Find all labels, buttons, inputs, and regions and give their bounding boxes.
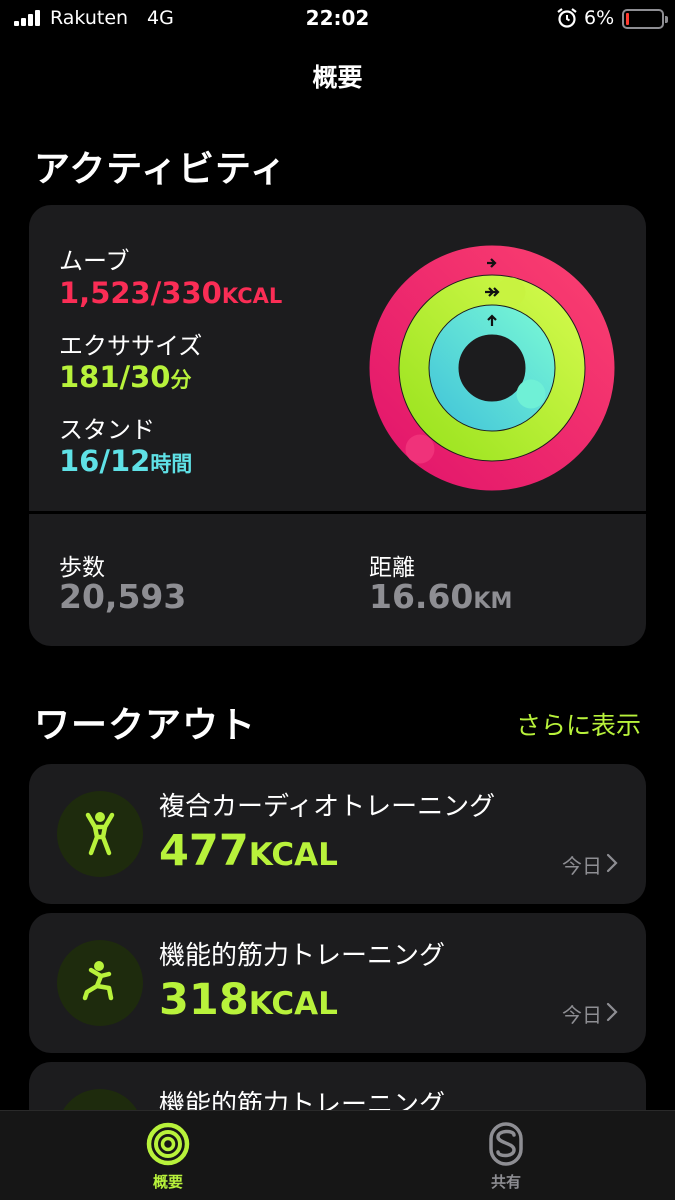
move-value: 1,523/330KCAL <box>59 276 283 310</box>
sharing-icon <box>489 1122 523 1166</box>
activity-rings-chart <box>369 245 615 491</box>
workout-icon-badge <box>57 791 143 877</box>
page-title: 概要 <box>312 63 363 92</box>
exercise-ring-overlap-cap <box>496 277 526 307</box>
chevron-right-icon <box>606 853 618 873</box>
activity-section-title: アクティビティ <box>34 149 287 190</box>
chevron-right-icon <box>606 1002 618 1022</box>
workout-date: 今日 <box>562 1003 602 1027</box>
tab-sharing[interactable]: 共有 <box>406 1111 606 1200</box>
card-divider <box>29 511 646 514</box>
workout-date: 今日 <box>562 854 602 878</box>
distance-value: 16.60KM <box>369 577 513 616</box>
steps-value: 20,593 <box>59 577 187 616</box>
workout-name: 複合カーディオトレーニング <box>159 792 496 822</box>
cardio-figure-icon <box>85 812 115 856</box>
see-more-link[interactable]: さらに表示 <box>516 706 641 742</box>
exercise-label: エクササイズ <box>59 332 203 360</box>
activity-card[interactable]: ムーブ 1,523/330KCAL エクササイズ 181/30分 スタンド 16… <box>29 205 646 646</box>
tab-summary-label: 概要 <box>152 1173 183 1191</box>
alarm-icon <box>557 8 577 28</box>
tab-summary[interactable]: 概要 <box>68 1111 268 1200</box>
exercise-value: 181/30分 <box>59 360 192 394</box>
tab-bar: 概要 共有 <box>0 1110 675 1200</box>
tab-sharing-label: 共有 <box>490 1173 521 1191</box>
move-ring-overlap-cap <box>405 434 435 464</box>
fitness-summary-screen: Rakuten 4G 22:02 6% 概要 アクティビティ ムーブ 1,523… <box>0 0 675 1200</box>
workout-card[interactable]: 複合カーディオトレーニング 477KCAL 今日 <box>29 764 646 904</box>
stand-ring-overlap-cap <box>516 379 546 409</box>
workout-name: 機能的筋力トレーニング <box>159 941 446 971</box>
battery-icon <box>622 9 668 29</box>
move-label: ムーブ <box>59 247 130 275</box>
workout-calories: 318KCAL <box>159 975 338 1025</box>
workout-icon-badge <box>57 940 143 1026</box>
strength-figure-icon <box>82 961 114 1001</box>
activity-rings-icon <box>146 1122 190 1166</box>
stand-label: スタンド <box>59 416 155 444</box>
battery-percent: 6% <box>584 7 615 29</box>
workouts-section-title: ワークアウト <box>34 705 257 746</box>
stand-value: 16/12時間 <box>59 444 193 478</box>
workout-card[interactable]: 機能的筋力トレーニング 318KCAL 今日 <box>29 913 646 1053</box>
status-bar: Rakuten 4G 22:02 6% <box>0 0 675 38</box>
workout-calories: 477KCAL <box>159 826 338 876</box>
